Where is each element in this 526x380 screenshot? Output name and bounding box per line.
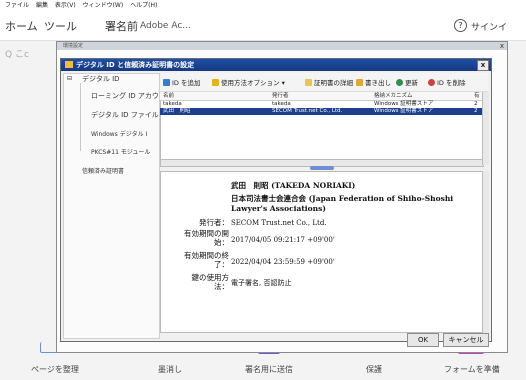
nav-digital-id-file[interactable]: デジタル ID ファイル (91, 110, 159, 120)
tool-protect[interactable]: 保護 (366, 364, 382, 375)
row-expiry: 2 (474, 101, 478, 107)
tab-tools[interactable]: ツール (44, 18, 77, 34)
detail-valid-from: 2017/04/05 09:21:17 +09'00' (231, 236, 335, 244)
detail-organization-line2: Lawyer's Associations) (231, 204, 326, 213)
row-issuer: SECOM Trust.net Co., Ltd. (272, 108, 343, 114)
detail-valid-from-label2: 始： (214, 238, 229, 247)
tree-line (80, 83, 81, 151)
column-issuer[interactable]: 発行者 (272, 92, 289, 100)
row-storage: Windows 証明書ストア (374, 108, 434, 114)
detail-issuer: SECOM Trust.net Co., Ltd. (231, 219, 327, 227)
ok-button[interactable]: OK (407, 333, 439, 347)
id-list-header: 名前 発行者 格納メカニズム 有 (160, 92, 488, 101)
add-id-icon (163, 79, 170, 86)
certificate-detail: 武田 則昭 (TAKEDA NORIAKI) 日本司法書士会連合会 (Japan… (160, 171, 484, 333)
export-arrow-icon (356, 79, 363, 86)
pen-icon (212, 79, 219, 86)
preferences-close-icon[interactable]: x (500, 42, 504, 50)
app-tab-bar: ホーム ツール 署名前 Adobe Ac... ? サインイ (0, 12, 526, 41)
column-expiry[interactable]: 有 (474, 92, 480, 100)
dialog-title-bar: デジタル ID と信頼済み証明書の設定 x (61, 59, 491, 71)
row-issuer: takeda (272, 101, 291, 107)
detail-valid-from-label1: 有効期間の開 (184, 229, 229, 238)
refresh-icon (396, 79, 403, 86)
tool-send-for-signature[interactable]: 署名用に送信 (245, 364, 293, 375)
nav-trusted-certificates[interactable]: 信頼済み証明書 (82, 166, 124, 175)
id-pane: ID を追加 使用方法オプション ▾ 証明書の詳細 書き出し 更新 ID を削除… (160, 73, 489, 337)
remove-icon (428, 79, 435, 86)
certificate-details-icon (305, 79, 312, 86)
column-storage[interactable]: 格納メカニズム (374, 92, 413, 100)
detail-valid-to-label1: 有効期間の終 (184, 251, 229, 260)
menu-bar: ファイル 編集 表示(V) ウィンドウ(W) ヘルプ(H) (0, 0, 526, 12)
dialog-title: デジタル ID と信頼済み証明書の設定 (76, 61, 195, 69)
nav-pkcs11-module[interactable]: PKCS#11 モジュール (91, 147, 150, 156)
row-name: 武田 則昭 (163, 108, 191, 114)
certificate-details-button[interactable]: 証明書の詳細 (305, 77, 353, 87)
detail-valid-to: 2022/04/04 23:59:59 +09'00' (231, 258, 335, 266)
export-button[interactable]: 書き出し (356, 77, 391, 87)
digital-id-dialog: デジタル ID と信頼済み証明書の設定 x ⊟ デジタル ID ローミング ID… (60, 58, 492, 347)
tab-home[interactable]: ホーム (5, 18, 38, 34)
column-name[interactable]: 名前 (163, 92, 174, 100)
id-toolbar: ID を追加 使用方法オプション ▾ 証明書の詳細 書き出し 更新 ID を削除 (160, 73, 488, 92)
tab-document-sub[interactable]: Adobe Ac... (140, 21, 191, 31)
menu-help[interactable]: ヘルプ(H) (130, 2, 157, 9)
dialog-close-icon[interactable]: x (477, 60, 489, 71)
tree-collapse-icon[interactable]: ⊟ (67, 75, 72, 82)
row-name: takeda (163, 101, 182, 107)
detail-key-usage-label2: 法： (214, 282, 229, 291)
table-row[interactable]: takeda takeda Windows 証明書ストア 2 (160, 101, 488, 108)
tool-redact[interactable]: 墨消し (158, 364, 182, 375)
detail-issuer-label: 発行者： (199, 218, 229, 227)
list-vertical-scrollbar[interactable] (482, 92, 489, 165)
usage-options-button[interactable]: 使用方法オプション ▾ (212, 77, 285, 87)
nav-tree: ⊟ デジタル ID ローミング ID アカウ デジタル ID ファイル Wind… (63, 73, 160, 339)
pane-splitter-handle[interactable] (310, 166, 334, 170)
nav-windows-digital-id[interactable]: Windows デジタル I (91, 129, 147, 138)
menu-edit[interactable]: 編集 (36, 2, 48, 9)
add-id-button[interactable]: ID を追加 (163, 77, 201, 87)
nav-roaming-id[interactable]: ローミング ID アカウ (91, 91, 159, 101)
certificate-icon (65, 61, 73, 68)
help-icon[interactable]: ? (454, 19, 467, 32)
search-input[interactable]: Q こc (5, 47, 29, 60)
detail-name: 武田 則昭 (TAKEDA NORIAKI) (231, 181, 356, 190)
tool-prepare-form[interactable]: フォームを準備 (444, 364, 500, 375)
refresh-button[interactable]: 更新 (396, 77, 418, 87)
detail-organization-line1: 日本司法書士会連合会 (Japan Federation of Shiho-Sh… (231, 194, 454, 203)
detail-valid-to-label2: 了： (214, 260, 229, 269)
cancel-button[interactable]: キャンセル (443, 333, 489, 347)
detail-vertical-scrollbar[interactable] (482, 171, 489, 333)
menu-view[interactable]: 表示(V) (55, 2, 76, 9)
row-storage: Windows 証明書ストア (374, 101, 434, 107)
table-row-selected[interactable]: 武田 則昭 SECOM Trust.net Co., Ltd. Windows … (160, 108, 488, 115)
nav-digital-id[interactable]: デジタル ID (82, 74, 120, 84)
menu-file[interactable]: ファイル (5, 2, 29, 9)
preferences-title: 環境設定 (63, 43, 84, 49)
row-expiry: 2 (474, 108, 478, 114)
sign-in-link[interactable]: サインイ (471, 20, 507, 33)
remove-id-button[interactable]: ID を削除 (428, 77, 466, 87)
tool-organize-pages[interactable]: ページを整理 (31, 364, 79, 375)
menu-window[interactable]: ウィンドウ(W) (83, 2, 124, 9)
detail-key-usage-label1: 鍵の使用方 (191, 273, 230, 282)
preferences-title-bar: 環境設定 x (57, 42, 507, 50)
detail-key-usage: 電子署名, 否認防止 (231, 279, 292, 287)
tab-document[interactable]: 署名前 (105, 18, 138, 34)
